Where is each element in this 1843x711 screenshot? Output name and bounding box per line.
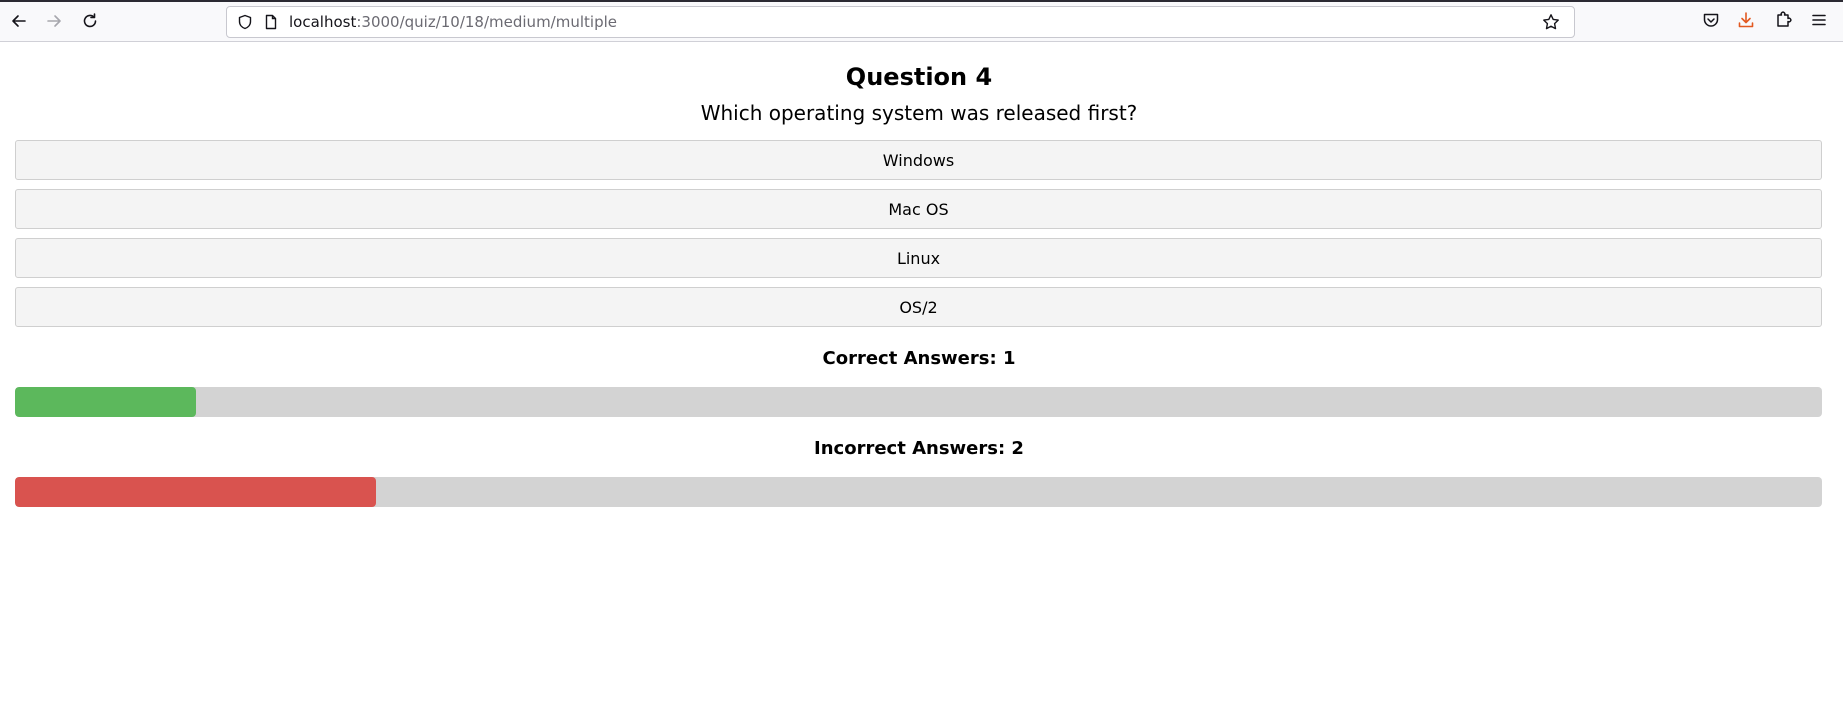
pocket-icon xyxy=(1703,13,1719,27)
forward-button[interactable] xyxy=(44,11,64,31)
answer-option-4[interactable]: OS/2 xyxy=(15,287,1822,327)
question-text: Which operating system was released firs… xyxy=(700,101,1138,125)
url-path: :3000/quiz/10/18/medium/multiple xyxy=(356,13,617,31)
shield-icon[interactable] xyxy=(237,14,253,30)
reload-button[interactable] xyxy=(80,11,100,31)
window-top-border xyxy=(0,0,1843,2)
correct-progress-bar xyxy=(15,387,1822,417)
browser-toolbar: localhost:3000/quiz/10/18/medium/multipl… xyxy=(0,0,1843,42)
puzzle-icon xyxy=(1777,11,1792,27)
incorrect-answers-label: Incorrect Answers: 2 xyxy=(814,438,1024,459)
url-bar[interactable]: localhost:3000/quiz/10/18/medium/multipl… xyxy=(226,6,1575,38)
arrow-left-icon xyxy=(12,15,26,27)
download-icon xyxy=(1738,12,1754,28)
page-icon[interactable] xyxy=(263,14,279,30)
downloads-button[interactable] xyxy=(1737,11,1755,31)
pocket-button[interactable] xyxy=(1702,11,1720,31)
correct-progress-fill xyxy=(15,387,196,417)
back-button[interactable] xyxy=(9,11,29,31)
extensions-button[interactable] xyxy=(1774,11,1792,31)
incorrect-progress-bar xyxy=(15,477,1822,507)
answer-option-3[interactable]: Linux xyxy=(15,238,1822,278)
menu-button[interactable] xyxy=(1810,11,1828,31)
bookmark-star-icon[interactable] xyxy=(1542,13,1560,31)
arrow-right-icon xyxy=(47,15,61,27)
correct-answers-label: Correct Answers: 1 xyxy=(822,348,1016,369)
question-title: Question 4 xyxy=(845,63,993,91)
incorrect-progress-fill xyxy=(15,477,377,507)
reload-icon xyxy=(83,13,97,28)
answer-option-1[interactable]: Windows xyxy=(15,140,1822,180)
url-host: localhost xyxy=(289,13,357,31)
hamburger-menu-icon xyxy=(1812,14,1826,26)
url-text[interactable]: localhost:3000/quiz/10/18/medium/multipl… xyxy=(289,13,617,31)
answer-option-2[interactable]: Mac OS xyxy=(15,189,1822,229)
